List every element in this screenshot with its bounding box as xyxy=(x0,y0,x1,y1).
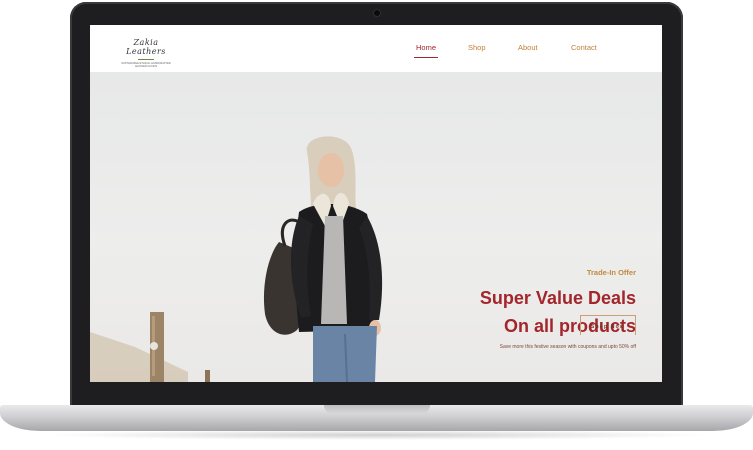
hero-eyebrow: Trade-In Offer xyxy=(586,268,636,277)
laptop-notch xyxy=(324,405,430,414)
camera-icon xyxy=(374,10,380,16)
hero-headline-line1: Super Value Deals xyxy=(479,288,636,308)
site-logo[interactable]: Zakia Leathers SUSTAINABLE ETHICAL HANDC… xyxy=(116,36,176,68)
hero-text: Trade-In Offer Super Value Deals On all … xyxy=(396,268,636,350)
logo-tagline: SUSTAINABLE ETHICAL HANDCRAFTED LEATHER … xyxy=(121,62,171,68)
model-photo xyxy=(263,136,383,382)
nav-item-about[interactable]: About xyxy=(518,43,538,52)
logo-script: Zakia Leathers xyxy=(126,38,166,56)
nav-item-home[interactable]: Home xyxy=(413,43,439,58)
hero-banner: Trade-In Offer Super Value Deals On all … xyxy=(90,72,662,382)
nav-item-shop[interactable]: Shop xyxy=(468,43,486,52)
site-header: Zakia Leathers SUSTAINABLE ETHICAL HANDC… xyxy=(90,25,662,72)
nav-item-contact[interactable]: Contact xyxy=(571,43,597,52)
logo-divider xyxy=(138,59,154,60)
laptop-screen: Zakia Leathers SUSTAINABLE ETHICAL HANDC… xyxy=(90,25,662,382)
laptop-shadow xyxy=(40,430,713,440)
fence-image xyxy=(90,312,210,382)
shop-now-button[interactable]: Shop Now xyxy=(580,315,636,335)
hero-subtext: Save more this festive season with coupo… xyxy=(499,344,636,350)
